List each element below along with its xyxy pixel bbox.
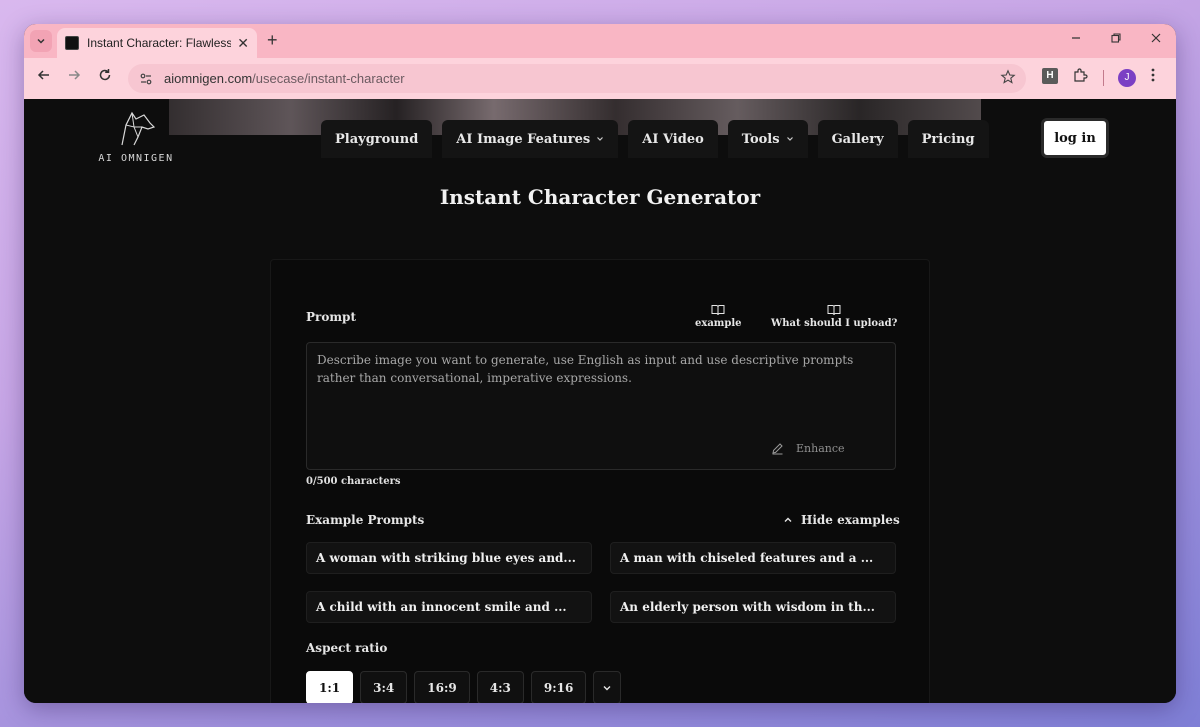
aspect-ratio-9-16[interactable]: 9:16	[530, 671, 587, 703]
url-domain: aiomnigen.com	[164, 71, 253, 86]
page-title: Instant Character Generator	[439, 185, 761, 209]
tab-search-button[interactable]	[30, 30, 52, 52]
enhance-label: Enhance	[796, 442, 845, 455]
tab-close-icon[interactable]: ✕	[237, 35, 249, 52]
main-nav: Playground AI Image Features AI Video To…	[321, 120, 989, 158]
browser-tab[interactable]: Instant Character: Flawless AI Ch ✕	[57, 28, 257, 58]
hide-examples-label: Hide examples	[801, 513, 900, 527]
chevron-down-icon	[597, 137, 604, 141]
logo-text: AI OMNIGEN	[98, 153, 174, 164]
aspect-ratio-label: Aspect ratio	[306, 641, 388, 655]
site-info-icon[interactable]	[138, 71, 154, 87]
toolbar-divider	[1103, 70, 1104, 86]
page-content: AI OMNIGEN Playground AI Image Features …	[24, 99, 1176, 703]
tab-title: Instant Character: Flawless AI Ch	[87, 36, 232, 50]
url-text: aiomnigen.com/usecase/instant-character	[164, 71, 405, 86]
chevron-up-icon	[784, 517, 792, 522]
hide-examples-button[interactable]: Hide examples	[783, 513, 900, 527]
nav-ai-video[interactable]: AI Video	[628, 120, 718, 158]
chevron-down-icon	[37, 38, 45, 44]
login-button[interactable]: log in	[1041, 118, 1109, 158]
address-bar[interactable]: aiomnigen.com/usecase/instant-character	[128, 64, 1026, 93]
nav-pricing[interactable]: Pricing	[907, 120, 989, 158]
chevron-down-icon	[786, 137, 793, 141]
nav-label: Tools	[741, 131, 780, 147]
nav-label: Pricing	[921, 131, 975, 147]
tab-strip: Instant Character: Flawless AI Ch ✕ +	[24, 24, 1176, 58]
minimize-icon[interactable]	[1070, 31, 1082, 47]
generator-card: Prompt example What should I upload? Des…	[270, 259, 930, 703]
example-prompt-chip[interactable]: An elderly person with wisdom in th...	[610, 591, 896, 623]
aspect-ratio-1-1[interactable]: 1:1	[306, 671, 354, 703]
example-helper-button[interactable]: example	[695, 304, 742, 329]
new-tab-button[interactable]: +	[267, 30, 278, 50]
forward-arrow-icon[interactable]	[64, 68, 84, 87]
char-count: 0/500 characters	[306, 476, 401, 487]
nav-label: Gallery	[831, 131, 884, 147]
chevron-down-icon	[603, 685, 611, 690]
nav-tools[interactable]: Tools	[727, 120, 808, 158]
close-window-icon[interactable]	[1150, 31, 1162, 47]
reload-icon[interactable]	[95, 68, 115, 87]
aspect-ratio-group: 1:1 3:4 16:9 4:3 9:16	[306, 671, 622, 703]
book-icon	[711, 305, 725, 316]
example-prompt-chip[interactable]: A man with chiseled features and a ...	[610, 542, 896, 574]
helper-label: example	[695, 318, 742, 329]
nav-gallery[interactable]: Gallery	[817, 120, 898, 158]
nav-ai-image-features[interactable]: AI Image Features	[442, 120, 619, 158]
browser-menu-icon[interactable]	[1150, 67, 1156, 88]
dog-logo-icon	[121, 111, 156, 146]
nav-label: AI Video	[642, 131, 704, 147]
nav-label: AI Image Features	[456, 131, 591, 147]
nav-label: Playground	[335, 131, 419, 147]
bookmark-star-icon[interactable]	[1000, 69, 1016, 90]
pencil-icon	[772, 443, 783, 455]
favicon-icon	[65, 36, 79, 50]
book-icon	[827, 305, 841, 316]
nav-playground[interactable]: Playground	[321, 120, 433, 158]
back-arrow-icon[interactable]	[34, 68, 54, 87]
extension-h-icon[interactable]: H	[1042, 68, 1058, 84]
prompt-label: Prompt	[306, 310, 356, 324]
profile-avatar[interactable]: J	[1118, 69, 1136, 87]
site-logo[interactable]: AI OMNIGEN	[98, 107, 174, 164]
example-prompt-chip[interactable]: A child with an innocent smile and ...	[306, 591, 592, 623]
upload-help-button[interactable]: What should I upload?	[771, 304, 897, 329]
more-ratios-button[interactable]	[593, 671, 622, 703]
aspect-ratio-3-4[interactable]: 3:4	[360, 671, 408, 703]
url-path: /usecase/instant-character	[252, 71, 405, 86]
helper-label: What should I upload?	[771, 318, 898, 329]
extensions-puzzle-icon[interactable]	[1072, 68, 1088, 87]
enhance-button[interactable]: Enhance	[771, 442, 845, 455]
example-prompt-chip[interactable]: A woman with striking blue eyes and...	[306, 542, 592, 574]
aspect-ratio-16-9[interactable]: 16:9	[414, 671, 470, 703]
restore-icon[interactable]	[1110, 31, 1122, 47]
aspect-ratio-4-3[interactable]: 4:3	[476, 671, 524, 703]
browser-window: Instant Character: Flawless AI Ch ✕ + ai…	[24, 24, 1176, 703]
browser-toolbar: aiomnigen.com/usecase/instant-character …	[24, 58, 1176, 99]
example-prompts-label: Example Prompts	[306, 513, 425, 527]
